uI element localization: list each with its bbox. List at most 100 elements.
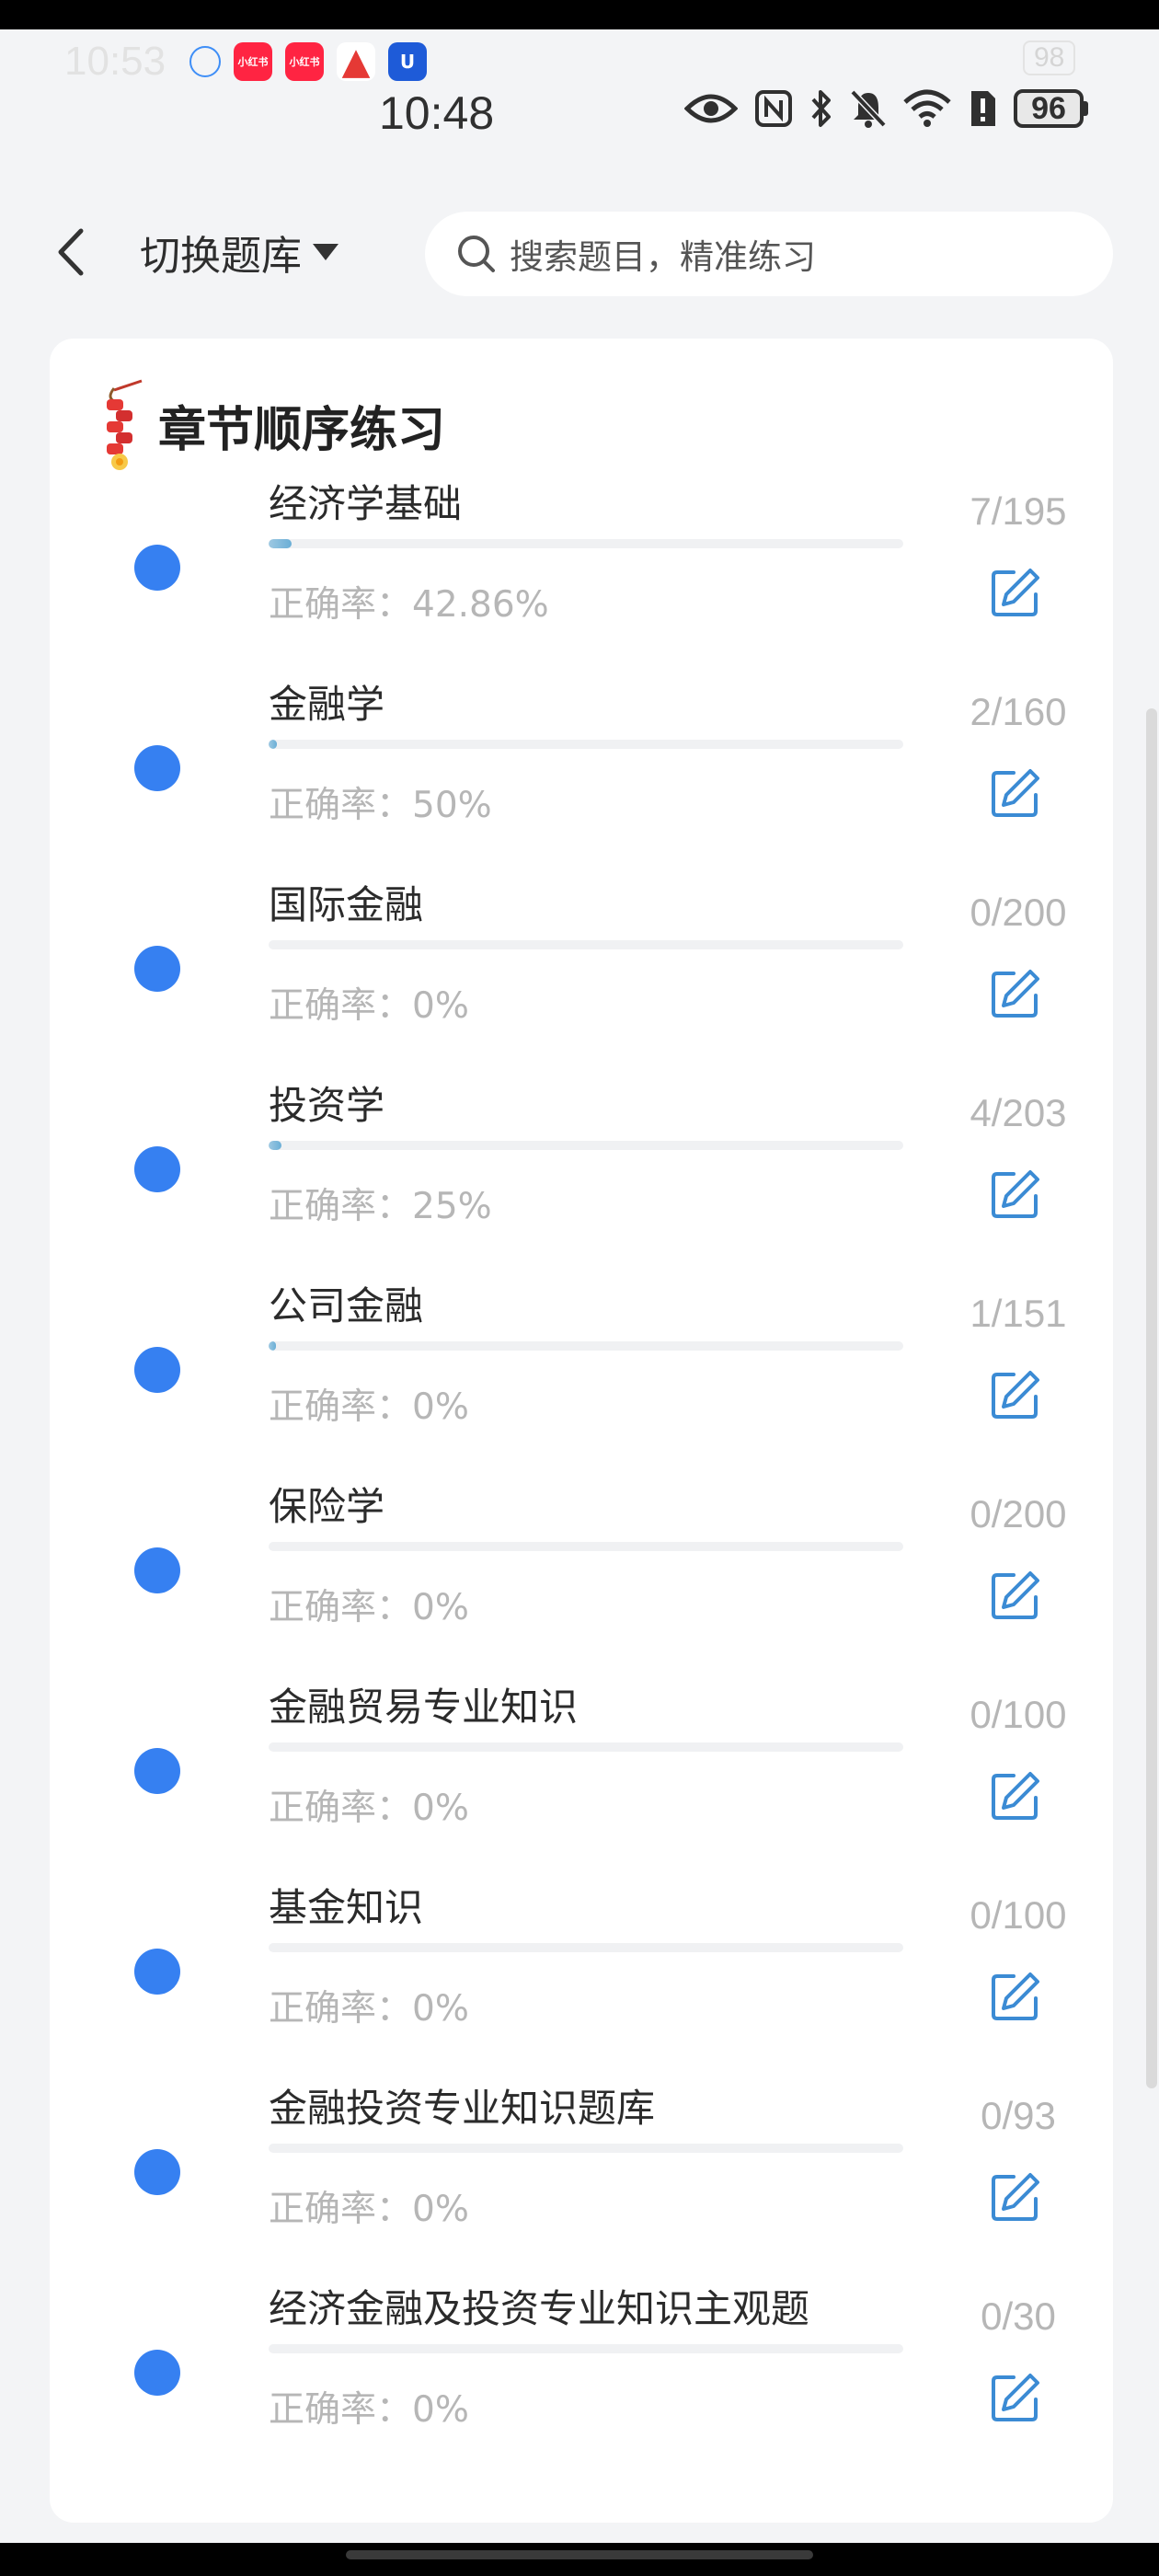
edit-icon (992, 1972, 1039, 2020)
edit-icon (992, 2374, 1039, 2421)
edit-icon (992, 970, 1039, 1018)
chapter-status-dot (134, 545, 180, 591)
chapter-status-dot (134, 1347, 180, 1393)
accuracy-text: 正确率：0% (269, 1980, 469, 2031)
progress-fill (269, 1341, 276, 1351)
chapter-count: 4/203 (970, 1091, 1067, 1134)
chapter-count: 0/200 (970, 891, 1067, 934)
chapter-row[interactable]: 投资学 正确率：25% 4/203 (50, 1075, 1113, 1275)
progress-track (269, 1341, 903, 1351)
edit-icon (992, 769, 1039, 817)
home-indicator[interactable] (346, 2550, 813, 2559)
accuracy-value: 42.86% (412, 584, 549, 626)
ghost-time: 10:53 (64, 39, 166, 84)
edit-icon (992, 1571, 1039, 1619)
ghost-battery: 98 (1023, 40, 1076, 75)
chapter-name: 经济金融及投资专业知识主观题 (269, 2286, 810, 2331)
accuracy-value: 0% (412, 985, 469, 1027)
edit-practice-button[interactable] (981, 758, 1050, 828)
progress-fill (269, 1141, 281, 1150)
chapter-row[interactable]: 经济金融及投资专业知识主观题 正确率：0% 0/30 (50, 2278, 1113, 2478)
chapter-row[interactable]: 基金知识 正确率：0% 0/100 (50, 1877, 1113, 2077)
edit-icon (992, 2173, 1039, 2221)
chevron-left-icon (58, 228, 84, 276)
chapter-count: 0/200 (970, 1492, 1067, 1535)
edit-practice-button[interactable] (981, 558, 1050, 627)
link-app-icon (189, 46, 221, 77)
switch-bank-dropdown[interactable]: 切换题库 (140, 224, 340, 280)
edit-practice-button[interactable] (981, 1360, 1050, 1430)
accuracy-value: 0% (412, 1988, 469, 2030)
chapter-practice-card: 章节顺序练习 经济学基础 正确率：42.86% 7/195 金融学 正确率：50… (50, 339, 1113, 2523)
chapter-row[interactable]: 国际金融 正确率：0% 0/200 (50, 874, 1113, 1075)
search-icon (458, 236, 495, 272)
chapter-name: 金融贸易专业知识 (269, 1685, 579, 1730)
scrollbar[interactable] (1146, 708, 1157, 2088)
xiaohongshu-icon: 小红书 (285, 42, 324, 81)
chapter-name: 金融学 (269, 682, 385, 727)
sim-alert-icon (968, 89, 997, 128)
chapter-status-dot (134, 2149, 180, 2195)
edit-icon (992, 569, 1039, 616)
accuracy-label: 正确率： (269, 1788, 413, 1829)
edit-icon (992, 1772, 1039, 1820)
wifi-icon (903, 89, 951, 128)
chapter-count: 0/93 (981, 2094, 1056, 2137)
progress-track (269, 2144, 903, 2153)
accuracy-label: 正确率： (269, 1587, 413, 1628)
bluetooth-icon (809, 88, 833, 129)
chapter-row[interactable]: 金融投资专业知识题库 正确率：0% 0/93 (50, 2077, 1113, 2278)
mute-icon (850, 89, 887, 128)
accuracy-label: 正确率： (269, 1386, 413, 1428)
chapter-row[interactable]: 金融学 正确率：50% 2/160 (50, 673, 1113, 874)
chapter-count: 0/100 (970, 1693, 1067, 1736)
chapter-row[interactable]: 公司金融 正确率：0% 1/151 (50, 1275, 1113, 1476)
edit-practice-button[interactable] (981, 1961, 1050, 2031)
chapter-row[interactable]: 保险学 正确率：0% 0/200 (50, 1476, 1113, 1676)
battery-level: 96 (1014, 89, 1084, 128)
edit-practice-button[interactable] (981, 1560, 1050, 1630)
edit-icon (992, 1371, 1039, 1419)
accuracy-text: 正确率：50% (269, 776, 492, 828)
eye-icon (684, 90, 738, 127)
top-nav: 切换题库 搜索题目，精准练习 (0, 204, 1159, 305)
edit-practice-button[interactable] (981, 1159, 1050, 1229)
accuracy-value: 0% (412, 1386, 469, 1428)
search-input[interactable]: 搜索题目，精准练习 (425, 212, 1113, 296)
top-black-strip (0, 0, 1159, 29)
chapter-row[interactable]: 金融贸易专业知识 正确率：0% 0/100 (50, 1676, 1113, 1877)
chapter-name: 投资学 (269, 1083, 385, 1128)
shield-app-icon: U (388, 42, 427, 81)
progress-track (269, 940, 903, 949)
chapter-name: 保险学 (269, 1484, 385, 1529)
accuracy-value: 0% (412, 2389, 469, 2431)
progress-track (269, 539, 903, 548)
chapter-count: 0/30 (981, 2294, 1056, 2338)
chapter-count: 2/160 (970, 690, 1067, 733)
accuracy-text: 正确率：42.86% (269, 576, 549, 627)
accuracy-label: 正确率： (269, 985, 413, 1027)
chapter-status-dot (134, 1547, 180, 1593)
progress-track (269, 1742, 903, 1752)
chapter-status-dot (134, 745, 180, 791)
back-button[interactable] (48, 224, 94, 280)
accuracy-label: 正确率： (269, 2389, 413, 2431)
edit-practice-button[interactable] (981, 959, 1050, 1029)
edit-practice-button[interactable] (981, 1761, 1050, 1831)
chapter-name: 公司金融 (269, 1283, 424, 1328)
edit-practice-button[interactable] (981, 2363, 1050, 2432)
notification-icons: 小红书 小红书 ▲ U (189, 40, 427, 83)
accuracy-value: 25% (412, 1186, 492, 1227)
accuracy-value: 0% (412, 2189, 469, 2230)
caret-down-icon (313, 244, 339, 260)
chapter-status-dot (134, 1748, 180, 1794)
chapter-count: 7/195 (970, 489, 1067, 533)
edit-practice-button[interactable] (981, 2162, 1050, 2232)
accuracy-text: 正确率：0% (269, 977, 469, 1029)
status-time: 10:48 (379, 87, 495, 139)
accuracy-text: 正确率：25% (269, 1178, 492, 1229)
chapter-row[interactable]: 经济学基础 正确率：42.86% 7/195 (50, 473, 1113, 673)
chapter-name: 经济学基础 (269, 481, 463, 526)
progress-track (269, 740, 903, 749)
bottom-black-strip (0, 2543, 1159, 2576)
